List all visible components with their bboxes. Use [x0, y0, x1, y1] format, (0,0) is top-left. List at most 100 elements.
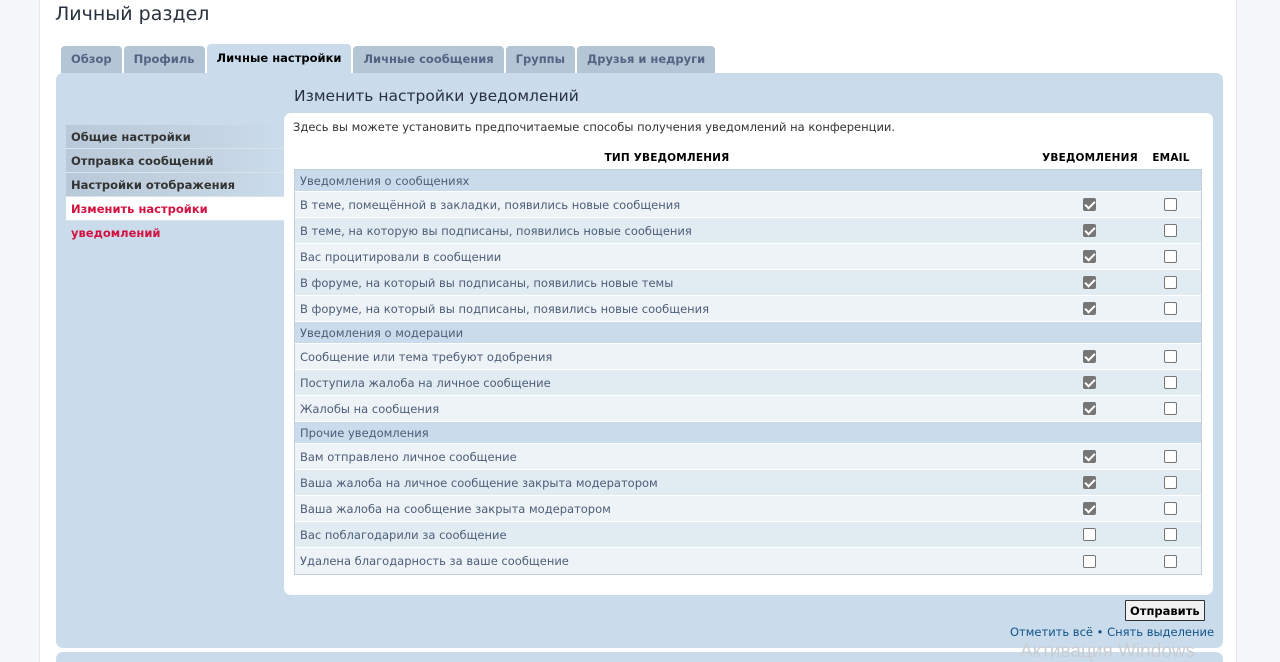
notification-checkbox-cell — [1039, 198, 1139, 211]
notification-type-label: Удалена благодарность за ваше сообщение — [300, 554, 569, 568]
table-row: В форуме, на который вы подписаны, появи… — [295, 296, 1201, 322]
table-row: В теме, помещённой в закладки, появились… — [295, 192, 1201, 218]
email-checkbox-cell — [1139, 302, 1201, 315]
unmark-all-link[interactable]: Снять выделение — [1107, 625, 1214, 639]
section-title: Уведомления о сообщениях — [300, 173, 470, 188]
section-row: Уведомления о сообщениях — [295, 170, 1201, 192]
notification-checkbox[interactable] — [1082, 276, 1096, 289]
email-checkbox-cell — [1139, 376, 1201, 389]
notification-checkbox-cell — [1039, 554, 1139, 568]
content-title: Изменить настройки уведомлений — [294, 87, 579, 105]
notification-checkbox[interactable] — [1082, 476, 1096, 489]
sidebar-item-display[interactable]: Настройки отображения — [66, 173, 284, 197]
notification-checkbox[interactable] — [1082, 198, 1096, 211]
page-title: Личный раздел — [55, 3, 210, 25]
notification-checkbox[interactable] — [1082, 554, 1096, 568]
notification-checkbox-cell — [1039, 450, 1139, 463]
email-checkbox[interactable] — [1163, 450, 1177, 463]
notification-checkbox-cell — [1039, 528, 1139, 541]
notification-checkbox-cell — [1039, 276, 1139, 289]
notification-type-label: Вас поблагодарили за сообщение — [300, 527, 507, 542]
table-header: ТИП УВЕДОМЛЕНИЯ УВЕДОМЛЕНИЯ EMAIL — [294, 147, 1202, 169]
tab-private-messages[interactable]: Личные сообщения — [353, 46, 504, 73]
email-checkbox[interactable] — [1163, 376, 1177, 389]
mark-links: Отметить всё • Снять выделение — [1010, 625, 1214, 639]
email-checkbox-cell — [1139, 350, 1201, 363]
notification-type-label: Вам отправлено личное сообщение — [300, 449, 517, 464]
mark-all-link[interactable]: Отметить всё — [1010, 625, 1093, 639]
email-checkbox[interactable] — [1163, 276, 1177, 289]
notification-checkbox-cell — [1039, 376, 1139, 389]
sidebar-nav: Общие настройки Отправка сообщений Настр… — [66, 125, 284, 240]
email-checkbox[interactable] — [1163, 528, 1177, 541]
email-checkbox[interactable] — [1163, 350, 1177, 363]
email-checkbox-cell — [1139, 554, 1201, 568]
email-checkbox[interactable] — [1163, 250, 1177, 263]
notification-type-label: Вас процитировали в сообщении — [300, 249, 502, 264]
tab-overview[interactable]: Обзор — [61, 46, 122, 73]
sidebar-item-notifications[interactable]: Изменить настройки уведомлений — [66, 197, 284, 240]
email-checkbox[interactable] — [1163, 198, 1177, 211]
email-checkbox-cell — [1139, 198, 1201, 211]
tab-bar: Обзор Профиль Личные настройки Личные со… — [61, 44, 717, 73]
table-row: Ваша жалоба на сообщение закрыта модерат… — [295, 496, 1201, 522]
notification-checkbox[interactable] — [1082, 250, 1096, 263]
tab-personal-settings[interactable]: Личные настройки — [206, 44, 352, 73]
tab-profile[interactable]: Профиль — [123, 46, 205, 73]
email-checkbox-cell — [1139, 450, 1201, 463]
email-checkbox-cell — [1139, 250, 1201, 263]
table-row: Поступила жалоба на личное сообщение — [295, 370, 1201, 396]
notification-checkbox[interactable] — [1082, 302, 1096, 315]
email-checkbox[interactable] — [1163, 402, 1177, 415]
notification-type-label: В теме, на которую вы подписаны, появили… — [300, 223, 692, 238]
notification-checkbox[interactable] — [1082, 402, 1096, 415]
table-row: В форуме, на который вы подписаны, появи… — [295, 270, 1201, 296]
section-row: Прочие уведомления — [295, 422, 1201, 444]
notification-type-label: Жалобы на сообщения — [300, 401, 440, 416]
email-checkbox[interactable] — [1163, 554, 1177, 568]
submit-button[interactable]: Отправить — [1125, 600, 1205, 621]
column-header-email: EMAIL — [1152, 152, 1190, 164]
notification-checkbox-cell — [1039, 502, 1139, 515]
tab-friends-foes[interactable]: Друзья и недруги — [577, 46, 716, 73]
notification-checkbox[interactable] — [1082, 350, 1096, 363]
table-row: Вам отправлено личное сообщение — [295, 444, 1201, 470]
email-checkbox-cell — [1139, 502, 1201, 515]
settings-panel: Общие настройки Отправка сообщений Настр… — [56, 73, 1223, 648]
notification-type-label: В форуме, на который вы подписаны, появи… — [300, 301, 710, 316]
column-header-notifications: УВЕДОМЛЕНИЯ — [1042, 152, 1138, 164]
sidebar-item-posting[interactable]: Отправка сообщений — [66, 149, 284, 173]
windows-activation-watermark: Активация Windows — [1020, 641, 1196, 662]
notification-type-label: Сообщение или тема требуют одобрения — [300, 349, 553, 364]
table-row: Жалобы на сообщения — [295, 396, 1201, 422]
notification-checkbox[interactable] — [1082, 376, 1096, 389]
notification-checkbox[interactable] — [1082, 450, 1096, 463]
notification-checkbox[interactable] — [1082, 224, 1096, 237]
intro-text: Здесь вы можете установить предпочитаемы… — [293, 120, 896, 134]
table-row: Вас поблагодарили за сообщение — [295, 522, 1201, 548]
link-separator: • — [1092, 625, 1108, 639]
notification-table: ТИП УВЕДОМЛЕНИЯ УВЕДОМЛЕНИЯ EMAIL Уведом… — [294, 147, 1202, 575]
table-row: Удалена благодарность за ваше сообщение — [295, 548, 1201, 574]
section-title: Прочие уведомления — [300, 425, 429, 440]
email-checkbox-cell — [1139, 276, 1201, 289]
notification-type-label: В теме, помещённой в закладки, появились… — [300, 197, 681, 212]
email-checkbox[interactable] — [1163, 502, 1177, 515]
sidebar-item-general[interactable]: Общие настройки — [66, 125, 284, 149]
table-row: Ваша жалоба на личное сообщение закрыта … — [295, 470, 1201, 496]
email-checkbox[interactable] — [1163, 476, 1177, 489]
email-checkbox-cell — [1139, 402, 1201, 415]
notification-checkbox[interactable] — [1082, 528, 1096, 541]
email-checkbox[interactable] — [1163, 302, 1177, 315]
table-row: В теме, на которую вы подписаны, появили… — [295, 218, 1201, 244]
notification-checkbox-cell — [1039, 350, 1139, 363]
tab-groups[interactable]: Группы — [505, 46, 576, 73]
section-title: Уведомления о модерации — [300, 325, 464, 340]
email-checkbox[interactable] — [1163, 224, 1177, 237]
email-checkbox-cell — [1139, 224, 1201, 237]
notification-checkbox-cell — [1039, 402, 1139, 415]
notification-checkbox-cell — [1039, 224, 1139, 237]
table-body: Уведомления о сообщениях В теме, помещённ… — [294, 169, 1202, 575]
notification-checkbox[interactable] — [1082, 502, 1096, 515]
notification-checkbox-cell — [1039, 476, 1139, 489]
